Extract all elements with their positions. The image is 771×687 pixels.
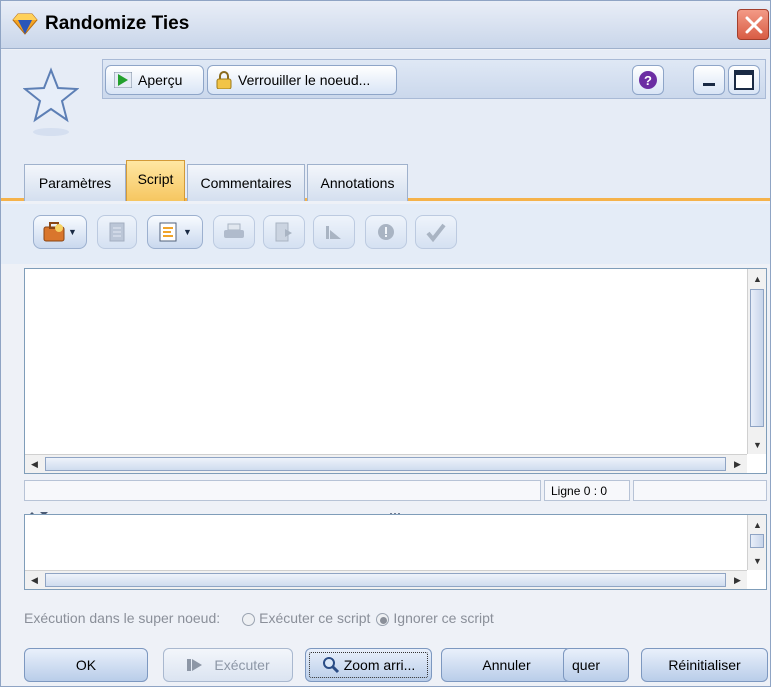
scroll-right-icon[interactable]: ▶ xyxy=(729,456,746,473)
print-button[interactable] xyxy=(213,215,255,249)
help-icon: ? xyxy=(639,71,657,89)
editor-horizontal-scrollbar[interactable]: ◀ ▶ xyxy=(25,454,747,473)
tab-label: Annotations xyxy=(320,175,395,191)
play-icon xyxy=(187,659,203,671)
dialog-window: Randomize Ties Aperçu Verrouiller le noe… xyxy=(0,0,771,687)
scroll-left-icon[interactable]: ◀ xyxy=(26,572,43,589)
output-pane[interactable]: ▲ ▼ ◀ ▶ xyxy=(24,514,767,590)
apply-label: quer xyxy=(572,657,601,673)
chevron-down-icon: ▼ xyxy=(183,227,192,237)
zoom-out-button[interactable]: Zoom arri... xyxy=(305,648,432,682)
scroll-right-icon[interactable]: ▶ xyxy=(729,572,746,589)
header-toolbar: Aperçu Verrouiller le noeud... ? xyxy=(102,59,766,99)
execution-label: Exécution dans le super noeud: xyxy=(24,610,221,626)
output-horizontal-scrollbar[interactable]: ◀ ▶ xyxy=(25,570,747,589)
lock-node-button[interactable]: Verrouiller le noeud... xyxy=(207,65,397,95)
tab-annotations[interactable]: Annotations xyxy=(307,164,408,201)
ignore-script-label: Ignorer ce script xyxy=(393,610,494,626)
cancel-label: Annuler xyxy=(482,657,531,673)
node-header: Aperçu Verrouiller le noeud... ? xyxy=(1,50,770,160)
line-indicator: Ligne 0 : 0 xyxy=(544,480,630,501)
lock-icon xyxy=(216,71,232,89)
stop-button[interactable] xyxy=(365,215,407,249)
pane-splitter[interactable] xyxy=(24,506,767,516)
scroll-thumb[interactable] xyxy=(45,573,726,587)
maximize-button[interactable] xyxy=(728,65,760,95)
editor-vertical-scrollbar[interactable]: ▲ ▼ xyxy=(747,269,766,454)
output-vertical-scrollbar[interactable]: ▲ ▼ xyxy=(747,515,766,570)
zoom-icon xyxy=(322,657,339,674)
scroll-up-icon[interactable]: ▲ xyxy=(749,516,766,533)
reset-label: Réinitialiser xyxy=(668,657,741,673)
stop-icon xyxy=(378,224,394,240)
preview-label: Aperçu xyxy=(138,72,183,88)
scroll-thumb[interactable] xyxy=(45,457,726,471)
check-syntax-icon xyxy=(426,223,446,242)
run-selected-button[interactable] xyxy=(263,215,305,249)
check-syntax-button[interactable] xyxy=(415,215,457,249)
randomize-node-icon xyxy=(12,12,38,36)
run-script-label: Exécuter ce script xyxy=(259,610,371,626)
chevron-down-icon: ▼ xyxy=(68,227,77,237)
scroll-thumb[interactable] xyxy=(750,289,764,427)
minimize-icon xyxy=(703,83,715,86)
import-script-button[interactable]: ▼ xyxy=(33,215,87,249)
close-button[interactable] xyxy=(737,9,769,40)
run-script-radio[interactable]: Exécuter ce script xyxy=(242,610,370,626)
preview-icon xyxy=(114,72,132,88)
preview-button[interactable]: Aperçu xyxy=(105,65,204,95)
status-message xyxy=(24,480,541,501)
document-icon xyxy=(109,222,125,242)
status-extra xyxy=(633,480,767,501)
help-button[interactable]: ? xyxy=(632,65,664,95)
zoom-label: Zoom arri... xyxy=(343,657,416,673)
cancel-button[interactable]: Annuler xyxy=(441,648,572,682)
radio-selected-icon xyxy=(376,612,390,626)
minimize-button[interactable] xyxy=(693,65,725,95)
tab-commentaires[interactable]: Commentaires xyxy=(187,164,305,201)
status-bar: Ligne 0 : 0 xyxy=(24,478,767,503)
script-file-icon xyxy=(159,222,177,242)
ok-label: OK xyxy=(75,657,97,673)
run-line-button[interactable] xyxy=(313,215,355,249)
tab-label: Paramètres xyxy=(38,175,112,191)
scroll-up-icon[interactable]: ▲ xyxy=(749,270,766,287)
scroll-down-icon[interactable]: ▼ xyxy=(749,552,766,569)
execute-label: Exécuter xyxy=(214,657,270,673)
reset-button[interactable]: Réinitialiser xyxy=(641,648,768,682)
print-icon xyxy=(224,223,244,238)
tab-parametres[interactable]: Paramètres xyxy=(24,164,126,201)
scroll-left-icon[interactable]: ◀ xyxy=(26,456,43,473)
run-selected-icon xyxy=(275,222,292,242)
apply-button[interactable]: quer xyxy=(563,648,629,682)
ignore-script-radio[interactable]: Ignorer ce script xyxy=(376,610,494,626)
radio-icon xyxy=(242,612,256,626)
window-title: Randomize Ties xyxy=(45,13,190,34)
tab-label: Script xyxy=(137,171,174,187)
lock-label: Verrouiller le noeud... xyxy=(238,72,371,88)
tab-script[interactable]: Script xyxy=(126,160,185,201)
briefcase-icon xyxy=(43,222,65,242)
scroll-down-icon[interactable]: ▼ xyxy=(749,436,766,453)
script-toolbar: ▼ ▼ xyxy=(1,204,770,264)
script-editor[interactable]: ▲ ▼ ◀ ▶ xyxy=(24,268,767,474)
star-icon xyxy=(23,67,79,136)
script-file-button[interactable]: ▼ xyxy=(147,215,203,249)
open-document-button[interactable] xyxy=(97,215,137,249)
tab-label: Commentaires xyxy=(200,175,292,191)
title-bar[interactable]: Randomize Ties xyxy=(1,1,770,49)
ok-button[interactable]: OK xyxy=(24,648,148,682)
tab-strip: Paramètres Script Commentaires Annotatio… xyxy=(1,160,770,201)
scroll-thumb[interactable] xyxy=(750,534,764,548)
maximize-icon xyxy=(734,70,754,90)
run-line-icon xyxy=(326,226,341,239)
close-icon xyxy=(745,16,763,34)
execution-options: Exécution dans le super noeud: Exécuter … xyxy=(24,607,764,629)
execute-button[interactable]: Exécuter xyxy=(163,648,293,682)
svg-text:?: ? xyxy=(644,73,652,88)
